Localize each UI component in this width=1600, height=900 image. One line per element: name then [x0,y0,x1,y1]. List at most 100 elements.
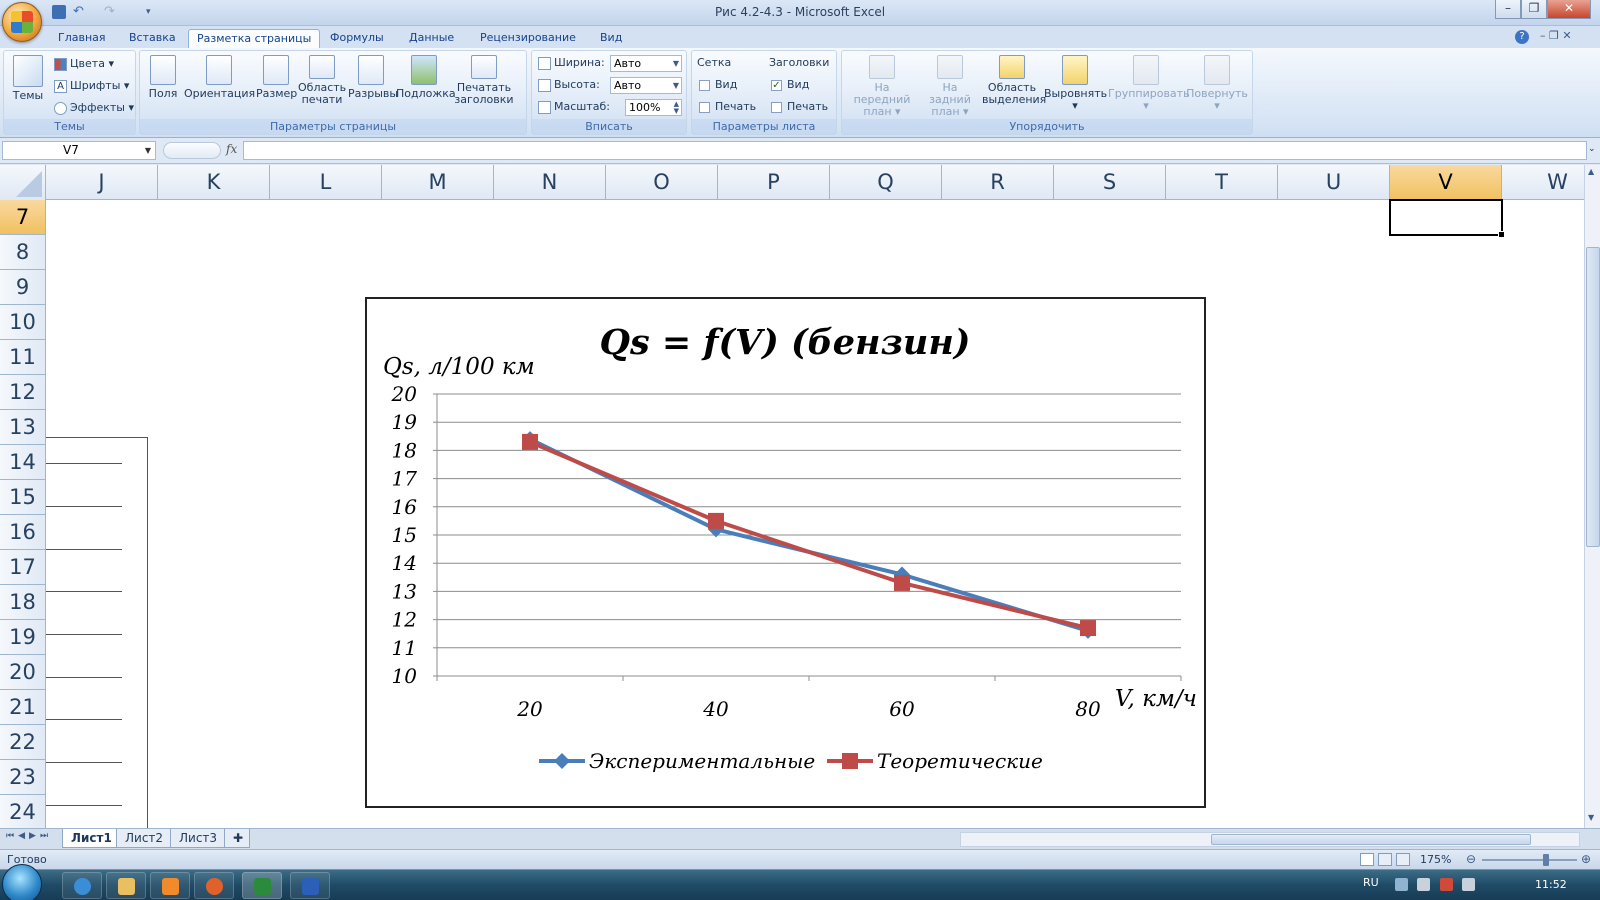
column-header-r[interactable]: R [942,165,1054,200]
row-header-8[interactable]: 8 [0,235,46,270]
rotate-button[interactable]: Повернуть ▾ [1186,55,1248,112]
office-button[interactable] [2,2,42,42]
margins-button[interactable]: Поля [146,55,180,100]
taskbar-ie[interactable] [62,872,102,899]
zoom-out-icon[interactable]: ⊖ [1466,852,1476,866]
print-titles-button[interactable]: Печатать заголовки [454,55,514,106]
themes-button[interactable]: Темы [10,55,46,102]
active-cell[interactable] [1389,199,1505,238]
column-header-u[interactable]: U [1278,165,1390,200]
scale-spinner[interactable]: 100% ▲ ▼ [625,99,682,116]
normal-view-icon[interactable] [1360,853,1374,866]
row-header-19[interactable]: 19 [0,620,46,655]
tray-volume-icon[interactable] [1462,878,1475,891]
row-header-17[interactable]: 17 [0,550,46,585]
sheet-tab-3[interactable]: Лист3 [170,829,227,848]
minimize-button[interactable]: – [1495,0,1521,19]
taskbar-explorer[interactable] [106,872,146,899]
ribbon-window-controls[interactable]: – ❐ ✕ [1540,29,1572,42]
formula-expand-control[interactable] [163,142,221,159]
row-header-24[interactable]: 24 [0,795,46,828]
row-header-9[interactable]: 9 [0,270,46,305]
chart-object[interactable]: 10 11 12 13 14 15 16 17 18 19 20 20 40 60 80 Qs = f(V) … [365,297,1206,808]
column-header-q[interactable]: Q [830,165,942,200]
input-language[interactable]: RU [1363,876,1379,889]
background-button[interactable]: Подложка [396,55,456,100]
row-header-22[interactable]: 22 [0,725,46,760]
height-select[interactable]: Авто ▼ [610,77,682,94]
column-header-s[interactable]: S [1054,165,1166,200]
breaks-button[interactable]: Разрывы [348,55,398,100]
sheet-tab-2[interactable]: Лист2 [116,829,173,848]
name-box[interactable]: V7 ▼ [2,141,156,160]
selection-pane-button[interactable]: Область выделения [982,55,1046,106]
send-to-back-button[interactable]: На задний план ▾ [920,55,980,118]
column-header-o[interactable]: O [606,165,718,200]
column-header-v[interactable]: V [1390,165,1502,200]
row-header-23[interactable]: 23 [0,760,46,795]
column-header-m[interactable]: M [382,165,494,200]
width-select[interactable]: Авто ▼ [610,55,682,72]
orientation-button[interactable]: Ориентация [184,55,255,100]
insert-function-button[interactable]: fx [226,142,237,156]
start-button[interactable] [2,864,42,900]
tab-home[interactable]: Главная [50,29,114,48]
select-all-button[interactable] [0,165,46,200]
expand-formula-bar-icon[interactable]: ⌄ [1588,144,1596,154]
column-header-t[interactable]: T [1166,165,1278,200]
insert-sheet-icon[interactable]: ✚ [224,829,250,848]
tab-insert[interactable]: Вставка [121,29,184,48]
scroll-up-icon[interactable]: ▲ [1588,167,1594,176]
column-header-l[interactable]: L [270,165,382,200]
align-button[interactable]: Выровнять ▾ [1044,55,1107,112]
gridlines-print-checkbox[interactable]: Печать [699,98,756,116]
taskbar-word[interactable] [290,872,330,899]
tab-page-layout[interactable]: Разметка страницы [188,29,321,48]
print-area-button[interactable]: Область печати [298,55,346,106]
vertical-scrollbar[interactable]: ▲ ▼ [1584,165,1600,828]
tab-view[interactable]: Вид [592,29,630,48]
taskbar-excel[interactable] [242,872,282,899]
restore-button[interactable]: ❐ [1521,0,1547,19]
sheet-tab-1[interactable]: Лист1 [62,829,121,848]
row-header-21[interactable]: 21 [0,690,46,725]
horizontal-scroll-thumb[interactable] [1211,834,1531,845]
headings-view-checkbox[interactable]: ✓ Вид [771,76,809,94]
tray-flag-icon[interactable] [1417,878,1430,891]
row-header-12[interactable]: 12 [0,375,46,410]
scroll-down-icon[interactable]: ▼ [1588,813,1594,822]
vertical-scroll-thumb[interactable] [1586,247,1600,547]
tab-data[interactable]: Данные [401,29,462,48]
column-header-k[interactable]: K [158,165,270,200]
taskbar-media[interactable] [150,872,190,899]
column-header-w[interactable]: W [1502,165,1584,200]
page-layout-view-icon[interactable] [1378,853,1392,866]
page-break-view-icon[interactable] [1396,853,1410,866]
formula-input[interactable] [243,141,1587,160]
theme-effects-button[interactable]: Эффекты ▾ [54,99,134,117]
group-button[interactable]: Группировать ▾ [1108,55,1190,112]
theme-fonts-button[interactable]: A Шрифты ▾ [54,77,129,95]
row-header-16[interactable]: 16 [0,515,46,550]
zoom-in-icon[interactable]: ⊕ [1581,852,1591,866]
help-icon[interactable]: ? [1515,30,1529,44]
tab-review[interactable]: Рецензирование [472,29,584,48]
row-header-15[interactable]: 15 [0,480,46,515]
tray-network-icon[interactable] [1440,878,1453,891]
row-header-20[interactable]: 20 [0,655,46,690]
column-header-j[interactable]: J [46,165,158,200]
row-header-10[interactable]: 10 [0,305,46,340]
taskbar-firefox[interactable] [194,872,234,899]
row-header-11[interactable]: 11 [0,340,46,375]
zoom-level[interactable]: 175% [1420,853,1451,866]
row-header-13[interactable]: 13 [0,410,46,445]
row-header-7[interactable]: 7 [0,200,46,235]
zoom-slider[interactable] [1482,859,1577,861]
close-button[interactable]: ✕ [1547,0,1591,19]
sheet-nav-icons[interactable]: ⏮◀▶⏭ [6,831,52,841]
column-header-p[interactable]: P [718,165,830,200]
tab-formulas[interactable]: Формулы [322,29,392,48]
column-header-n[interactable]: N [494,165,606,200]
row-header-14[interactable]: 14 [0,445,46,480]
horizontal-scrollbar[interactable] [960,832,1580,847]
